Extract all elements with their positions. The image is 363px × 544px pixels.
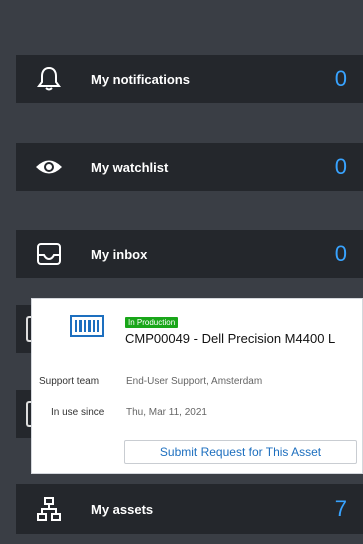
assets-count: 7 xyxy=(334,496,347,521)
watchlist-card[interactable]: My watchlist 0 xyxy=(16,143,363,191)
hidden-card-edge xyxy=(16,390,32,438)
notifications-label: My notifications xyxy=(91,71,190,87)
submit-request-button[interactable]: Submit Request for This Asset xyxy=(124,440,357,464)
inbox-card[interactable]: My inbox 0 xyxy=(16,230,363,278)
support-team-label: Support team xyxy=(39,376,100,387)
bell-icon xyxy=(34,64,64,94)
in-use-since-label: In use since xyxy=(51,407,105,418)
asset-popup: In Production CMP00049 - Dell Precision … xyxy=(31,298,363,474)
inbox-icon xyxy=(34,239,64,269)
status-badge: In Production xyxy=(125,317,179,328)
support-team-value: End-User Support, Amsterdam xyxy=(126,376,263,387)
hidden-card-edge xyxy=(16,305,32,353)
asset-title[interactable]: CMP00049 - Dell Precision M4400 L xyxy=(125,331,335,346)
inbox-count: 0 xyxy=(334,241,347,266)
notifications-card[interactable]: My notifications 0 xyxy=(16,55,363,103)
watchlist-count: 0 xyxy=(334,154,347,179)
notifications-count: 0 xyxy=(334,66,347,91)
in-use-since-value: Thu, Mar 11, 2021 xyxy=(126,407,207,418)
sitemap-icon xyxy=(34,494,64,524)
assets-card[interactable]: My assets 7 xyxy=(16,484,363,534)
watchlist-label: My watchlist xyxy=(91,159,169,175)
eye-icon xyxy=(34,152,64,182)
assets-label: My assets xyxy=(91,501,154,517)
barcode-icon xyxy=(70,315,104,337)
inbox-label: My inbox xyxy=(91,246,148,262)
